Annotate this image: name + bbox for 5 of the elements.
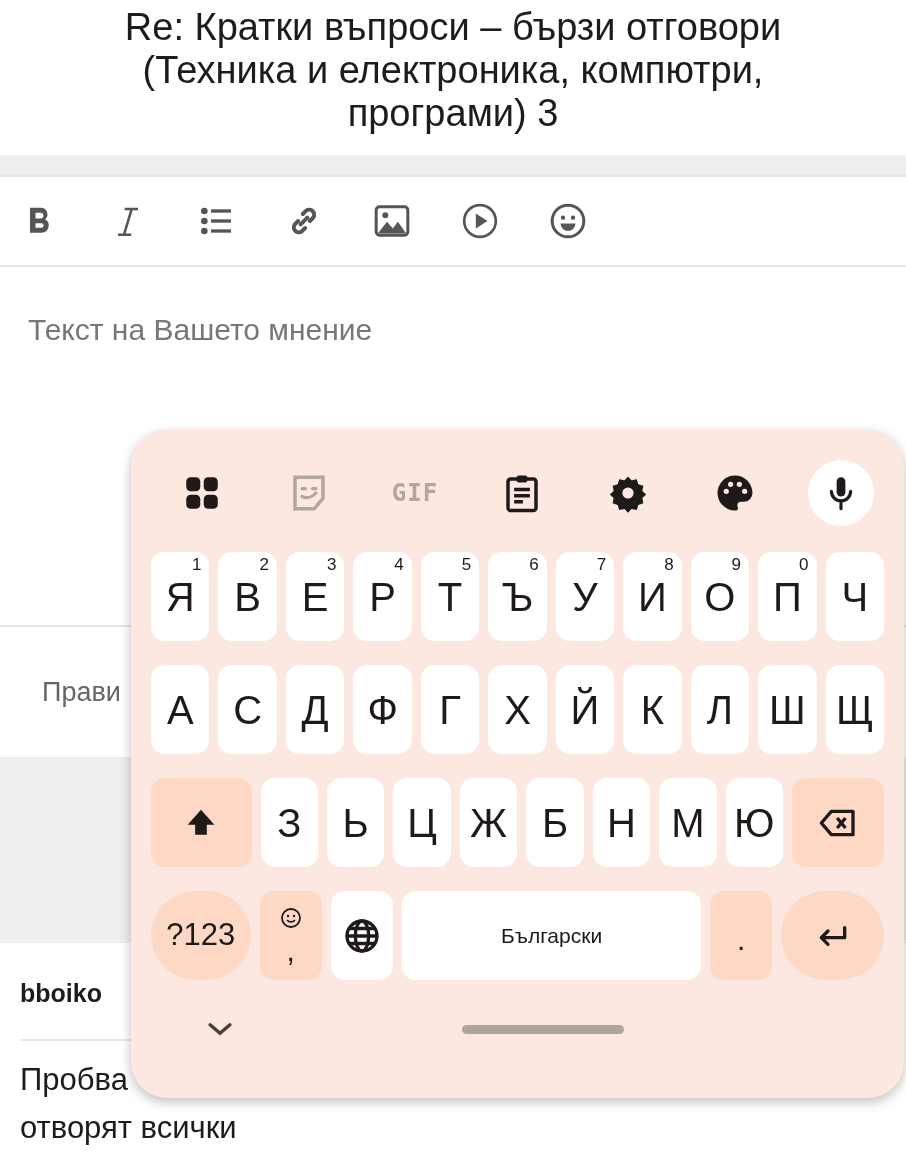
rules-text: Прави bbox=[42, 675, 121, 709]
post-text: отворят всички bbox=[20, 1109, 237, 1145]
post-text: Пробва bbox=[20, 1061, 128, 1097]
author-name: bboiko bbox=[20, 979, 102, 1007]
thread-title: Re: Кратки въпроси – бързи отговори (Техника и електроника, компютри, програми) 3 bbox=[123, 5, 783, 136]
